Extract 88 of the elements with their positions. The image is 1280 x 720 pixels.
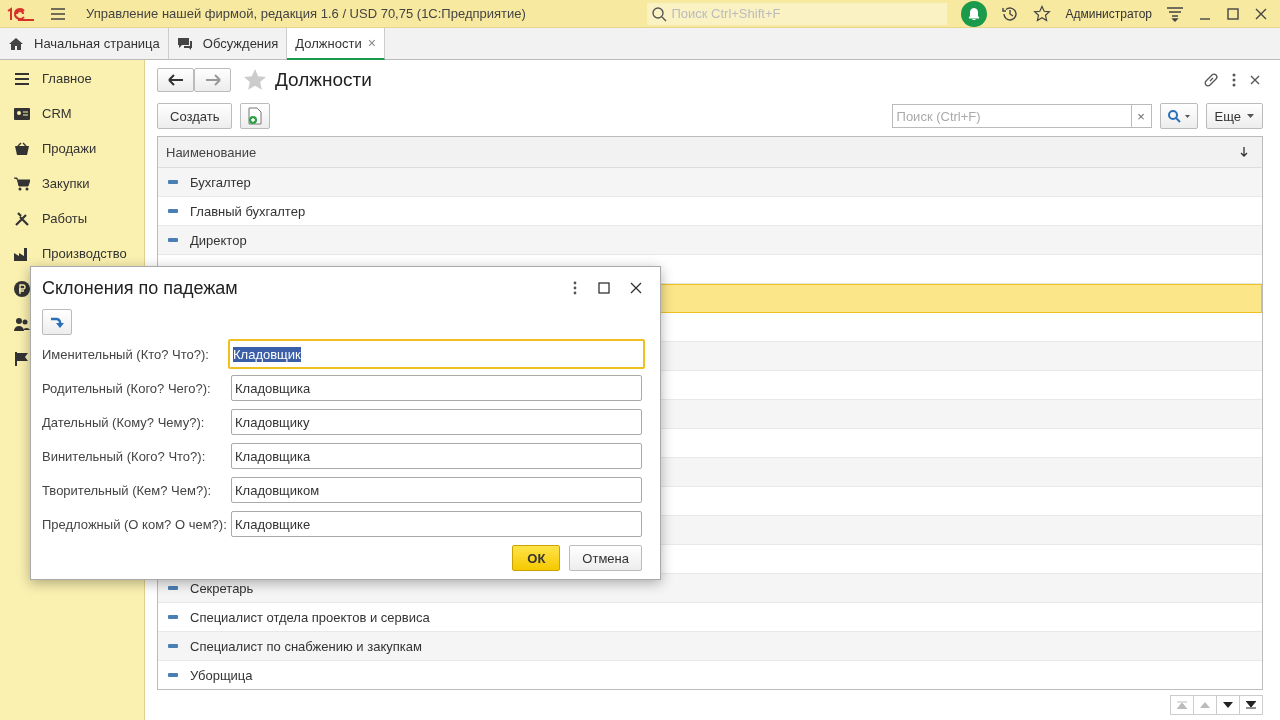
page-down-button[interactable] [1216,695,1240,715]
input-field[interactable]: Кладовщик [228,339,645,369]
tools-icon[interactable] [14,211,30,226]
sidebar-item[interactable]: CRM [42,106,72,121]
sidebar-item[interactable]: Главное [42,71,92,86]
item-icon [168,615,178,619]
contact-card-icon[interactable] [14,106,30,121]
create-button[interactable]: Создать [157,103,233,129]
input-field[interactable]: Кладовщиком [231,477,642,503]
menu-list-icon[interactable] [14,71,30,86]
table-row[interactable]: Уборщица [158,661,1262,689]
up-triangle-icon [1200,702,1210,708]
input-field[interactable]: Кладовщике [231,511,642,537]
bell-icon[interactable] [961,0,988,27]
user-name[interactable]: Администратор [1065,6,1152,21]
table-row[interactable]: Секретарь [158,574,1262,603]
more-icon[interactable] [572,281,578,295]
cart-icon[interactable] [14,176,30,191]
sidebar-item[interactable]: Продажи [42,141,97,156]
sidebar-item[interactable]: Производство [42,246,127,261]
last-page-button[interactable] [1239,695,1263,715]
input-field[interactable]: Кладовщику [231,409,642,435]
search-icon [651,5,668,22]
field-label: Дательный (Кому? Чему?): [42,414,206,430]
search-icon [1166,109,1191,123]
add-document-button[interactable] [240,103,271,129]
item-icon [168,644,178,648]
ok-button[interactable]: ОК [512,545,561,571]
field-label: Именительный (Кто? Что?): [42,346,210,362]
star-icon[interactable] [1033,4,1052,23]
arrow-to-top-icon [1177,701,1187,709]
factory-icon[interactable] [14,246,30,261]
tab[interactable]: Должности × [287,28,385,60]
input-field[interactable]: Кладовщика [231,375,642,401]
table-row[interactable]: Бухгалтер [158,168,1262,197]
search-field[interactable]: Поиск Ctrl+Shift+F [647,2,948,25]
sidebar-item[interactable]: Работы [42,211,88,226]
flag-icon[interactable] [14,351,30,366]
settings-menu-icon[interactable] [1166,5,1184,22]
item-icon [168,238,178,242]
close-tab-button[interactable]: × [367,35,376,51]
more-button[interactable]: Еще [1205,103,1263,129]
search-field[interactable]: Поиск (Ctrl+F) [891,104,1132,128]
right-arrow-icon [204,74,221,86]
field-label: Творительный (Кем? Чем?): [42,482,213,498]
logo-icon [6,6,36,21]
close-icon[interactable] [1254,6,1268,21]
item-icon [168,180,178,184]
ruble-coin-icon[interactable] [14,280,30,297]
down-triangle-icon [1223,702,1233,708]
input-field[interactable]: Кладовщика [231,443,642,469]
people-icon[interactable] [14,316,30,331]
redo-button[interactable] [42,309,72,335]
left-arrow-icon [167,74,184,86]
maximize-icon[interactable] [1226,6,1240,21]
home-icon [8,36,24,51]
menu-icon[interactable] [50,6,66,21]
tab[interactable]: Начальная страница [0,28,169,59]
close-icon[interactable] [630,282,642,294]
maximize-icon[interactable] [598,282,610,294]
search-button[interactable] [1159,103,1198,129]
link-icon[interactable] [1203,72,1219,88]
caret-icon [1247,114,1254,118]
item-icon [168,586,178,590]
back-button[interactable] [157,68,194,92]
table-row[interactable]: Специалист по снабжению и закупкам [158,632,1262,661]
dialog-title: Склонения по падежам [42,277,238,299]
item-icon [168,673,178,677]
field-label: Винительный (Кого? Что?): [42,448,207,464]
window-title: Управление нашей фирмой, редакция 1.6 / USD 70,75 (1С:Предприятие) [86,6,526,21]
curved-arrow-icon [50,316,64,328]
history-icon[interactable] [1001,4,1020,23]
arrow-to-bottom-icon [1246,701,1256,709]
basket-icon[interactable] [14,141,30,156]
item-icon [168,209,178,213]
cancel-button[interactable]: Отмена [569,545,642,571]
close-icon[interactable] [1249,74,1261,86]
chat-icon [176,35,193,52]
favorite-star-icon[interactable] [243,68,267,92]
document-plus-icon [247,107,264,125]
form-title: Должности [275,69,372,91]
clear-button[interactable]: × [1131,104,1152,128]
sidebar-item[interactable]: Закупки [42,176,90,191]
more-icon[interactable] [1231,72,1237,88]
field-label: Родительный (Кого? Чего?): [42,380,212,396]
field-label: Предложный (О ком? О чем?): [42,516,228,532]
table-row[interactable]: Директор [158,226,1262,255]
sort-arrow-icon[interactable] [1240,147,1248,157]
